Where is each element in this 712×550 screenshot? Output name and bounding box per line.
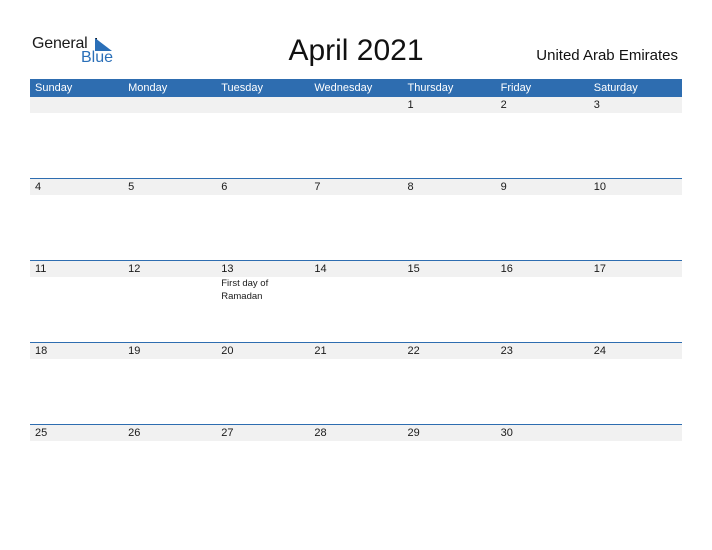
day-number: 9 (500, 181, 507, 193)
week-row: 18 19 20 21 22 23 24 (30, 342, 682, 424)
day-number: 27 (221, 427, 234, 439)
weeks-container: 1 2 3 4 5 6 7 8 9 10 11 12 13 First day of Ramadan 14 1… (30, 97, 682, 506)
country-label: United Arab Emirates (536, 47, 678, 64)
weekday-thursday: Thursday (407, 82, 454, 94)
day-cell[interactable]: 1 (403, 97, 496, 113)
day-cell[interactable]: 5 (123, 179, 216, 195)
day-cell[interactable]: 15 (403, 261, 496, 303)
day-number: 29 (407, 427, 420, 439)
day-number: 26 (128, 427, 141, 439)
day-cell[interactable]: 9 (496, 179, 589, 195)
day-number: 11 (35, 263, 47, 275)
day-number: 21 (314, 345, 327, 357)
day-number: 17 (593, 263, 606, 275)
day-cell[interactable]: 28 (309, 425, 402, 441)
day-number: 13 (221, 263, 234, 275)
day-number: 25 (35, 427, 48, 439)
weekday-sunday: Sunday (35, 82, 73, 94)
day-cell[interactable]: 2 (496, 97, 589, 113)
day-number: 3 (593, 99, 600, 111)
day-cell[interactable]: 20 (216, 343, 309, 359)
week-cells: 1 2 3 (30, 97, 682, 113)
day-number: 5 (128, 181, 135, 193)
week-row: 4 5 6 7 8 9 10 (30, 178, 682, 260)
day-number: 10 (593, 181, 606, 193)
day-cell[interactable]: 8 (403, 179, 496, 195)
day-number: 28 (314, 427, 327, 439)
day-number: 18 (35, 345, 48, 357)
day-cell[interactable]: 30 (496, 425, 589, 441)
day-cell[interactable]: 11 (30, 261, 123, 303)
day-number: 20 (221, 345, 234, 357)
day-cell[interactable]: 24 (589, 343, 682, 359)
day-cell (589, 425, 682, 441)
day-number: 14 (314, 263, 327, 275)
day-cell[interactable]: 14 (309, 261, 402, 303)
day-number (221, 97, 309, 113)
day-cell[interactable]: 29 (403, 425, 496, 441)
day-cell[interactable]: 13 First day of Ramadan (216, 261, 309, 303)
weekday-friday: Friday (500, 82, 532, 94)
day-cell[interactable]: 18 (30, 343, 123, 359)
day-number: 16 (500, 263, 513, 275)
day-cell[interactable]: 27 (216, 425, 309, 441)
day-cell[interactable]: 26 (123, 425, 216, 441)
day-cell[interactable]: 10 (589, 179, 682, 195)
week-cells: 4 5 6 7 8 9 10 (30, 179, 682, 195)
day-cell (216, 97, 309, 113)
day-cell[interactable]: 19 (123, 343, 216, 359)
day-number: 1 (407, 99, 414, 111)
day-cell[interactable]: 23 (496, 343, 589, 359)
day-number: 22 (407, 345, 420, 357)
day-cell[interactable]: 22 (403, 343, 496, 359)
day-cell[interactable]: 17 (589, 261, 682, 303)
day-number: 4 (35, 181, 42, 193)
week-row: 1 2 3 (30, 97, 682, 178)
week-row: 25 26 27 28 29 30 (30, 424, 682, 506)
calendar-grid: Sunday Monday Tuesday Wednesday Thursday… (30, 79, 682, 506)
weekday-tuesday: Tuesday (221, 82, 264, 94)
day-cell (309, 97, 402, 113)
day-number: 2 (500, 99, 507, 111)
holiday-event: First day of Ramadan (221, 278, 269, 302)
day-number: 7 (314, 181, 321, 193)
day-cell[interactable]: 6 (216, 179, 309, 195)
day-number: 15 (407, 263, 420, 275)
day-cell[interactable]: 7 (309, 179, 402, 195)
day-number (128, 97, 216, 113)
day-number: 23 (500, 345, 513, 357)
day-number (314, 97, 402, 113)
day-number (35, 97, 123, 113)
day-number (594, 425, 682, 441)
weekday-saturday: Saturday (593, 82, 638, 94)
day-cell[interactable]: 16 (496, 261, 589, 303)
day-number: 8 (407, 181, 414, 193)
week-cells: 25 26 27 28 29 30 (30, 425, 682, 441)
weekday-monday: Monday (128, 82, 168, 94)
day-number: 12 (128, 263, 141, 275)
day-cell (30, 97, 123, 113)
day-cell[interactable]: 4 (30, 179, 123, 195)
day-cell[interactable]: 12 (123, 261, 216, 303)
week-row: 11 12 13 First day of Ramadan 14 15 16 17 (30, 260, 682, 342)
day-number: 6 (221, 181, 228, 193)
day-number: 30 (500, 427, 513, 439)
day-number: 19 (128, 345, 141, 357)
day-cell[interactable]: 21 (309, 343, 402, 359)
weekday-wednesday: Wednesday (314, 82, 373, 94)
week-cells: 11 12 13 First day of Ramadan 14 15 16 17 (30, 261, 682, 303)
day-cell[interactable]: 3 (589, 97, 682, 113)
day-number: 24 (593, 345, 606, 357)
day-cell[interactable]: 25 (30, 425, 123, 441)
week-cells: 18 19 20 21 22 23 24 (30, 343, 682, 359)
weekday-header: Sunday Monday Tuesday Wednesday Thursday… (30, 79, 682, 97)
day-cell (123, 97, 216, 113)
